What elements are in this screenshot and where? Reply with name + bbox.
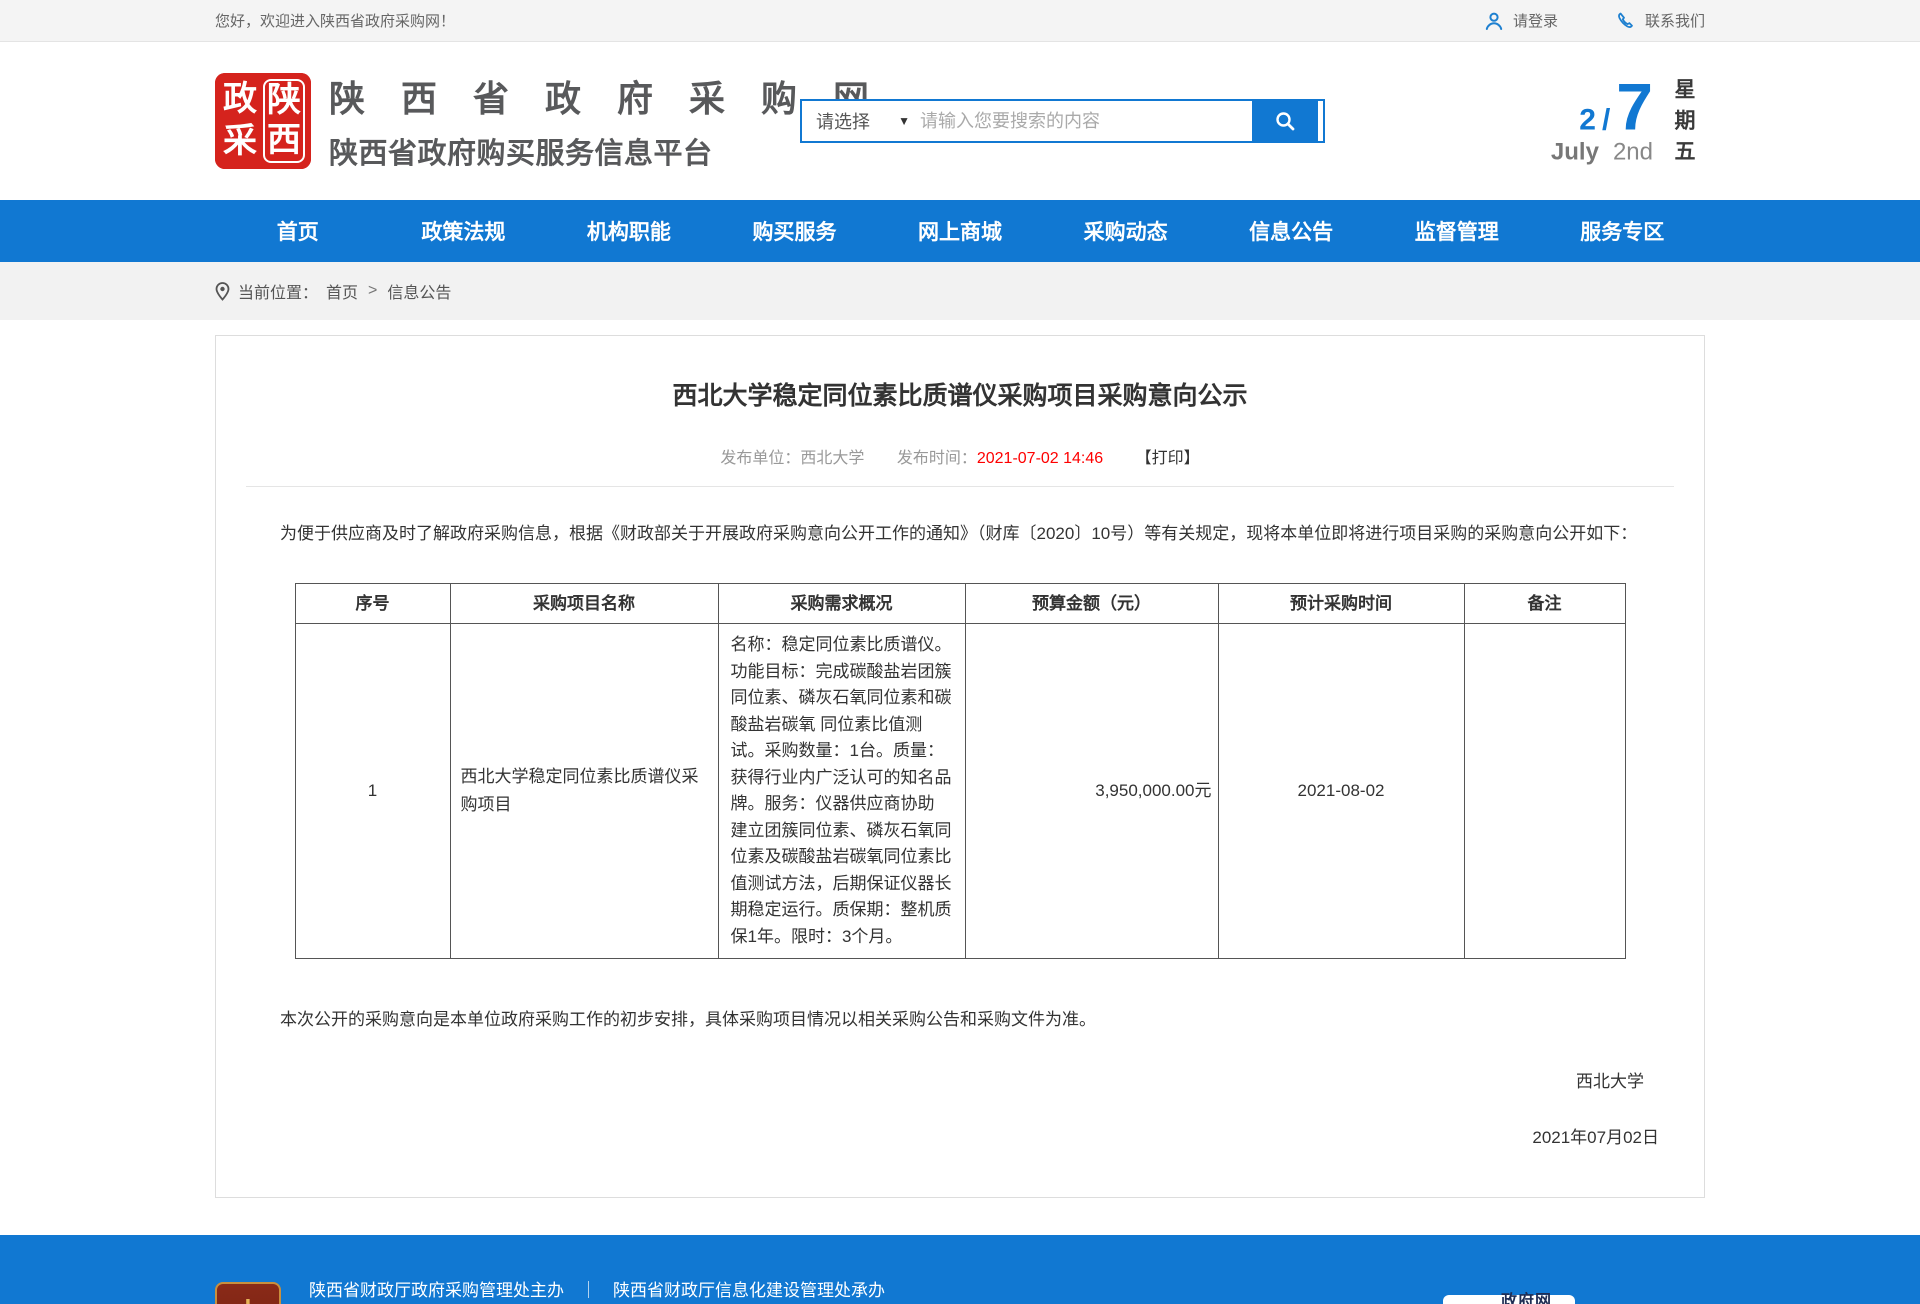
login-label: 请登录 — [1513, 10, 1558, 31]
breadcrumb-label: 当前位置： — [238, 279, 318, 303]
main-content: 西北大学稳定同位素比质谱仪采购项目采购意向公示 发布单位：西北大学 发布时间：2… — [0, 320, 1920, 1198]
publish-time-label: 发布时间： — [897, 450, 977, 467]
print-button[interactable]: 【打印】 — [1136, 450, 1200, 467]
nav-item-policies[interactable]: 政策法规 — [381, 200, 547, 262]
date-weekday: 星期五 — [1673, 75, 1697, 168]
login-link[interactable]: 请登录 — [1484, 10, 1558, 31]
closing-paragraph: 本次公开的采购意向是本单位政府采购工作的初步安排，具体采购项目情况以相关采购公告… — [246, 1001, 1674, 1039]
footer-co-organizer: 陕西省财政厅信息化建设管理处承办 — [613, 1276, 885, 1301]
col-header-remark: 备注 — [1464, 584, 1625, 624]
meta-divider — [246, 486, 1674, 487]
site-logo[interactable]: 政 采 陕 西 陕 西 省 政 府 采 购 网 陕西省政府购买服务信息平台 — [215, 70, 882, 172]
search-button[interactable] — [1252, 101, 1318, 141]
search-bar: 请选择 ▼ — [800, 99, 1325, 143]
error-badge-title: 政府网站 — [1501, 1287, 1567, 1304]
contact-link[interactable]: 联系我们 — [1616, 10, 1705, 31]
breadcrumb-separator: > — [368, 282, 377, 300]
col-header-index: 序号 — [295, 584, 450, 624]
nav-item-purchase-services[interactable]: 购买服务 — [712, 200, 878, 262]
welcome-text: 您好，欢迎进入陕西省政府采购网！ — [215, 10, 455, 31]
col-header-budget: 预算金额（元） — [965, 584, 1218, 624]
breadcrumb-current[interactable]: 信息公告 — [387, 279, 451, 303]
location-pin-icon — [215, 282, 230, 301]
col-header-time: 预计采购时间 — [1218, 584, 1464, 624]
logo-seal-icon: 政 采 陕 西 — [215, 73, 311, 169]
cell-demand: 名称：稳定同位素比质谱仪。功能目标：完成碳酸盐岩团簇同位素、磷灰石氧同位素和碳酸… — [718, 624, 965, 959]
nav-item-service-zone[interactable]: 服务专区 — [1540, 200, 1706, 262]
main-nav: 首页 政策法规 机构职能 购买服务 网上商城 采购动态 信息公告 监督管理 服务… — [0, 200, 1920, 262]
publisher-value: 西北大学 — [800, 450, 864, 467]
nav-item-announcements[interactable]: 信息公告 — [1208, 200, 1374, 262]
nav-item-functions[interactable]: 机构职能 — [546, 200, 712, 262]
nav-item-online-mall[interactable]: 网上商城 — [877, 200, 1043, 262]
signature-org: 西北大学 — [246, 1063, 1674, 1101]
announcement-meta: 发布单位：西北大学 发布时间：2021-07-02 14:46 【打印】 — [246, 444, 1674, 468]
party-gov-badge-icon: 中 党政机关 — [215, 1282, 281, 1304]
date-month-number: 2 — [1579, 104, 1596, 138]
table-header-row: 序号 采购项目名称 采购需求概况 预算金额（元） 预计采购时间 备注 — [295, 584, 1625, 624]
search-icon — [1274, 110, 1296, 132]
signature-date: 2021年07月02日 — [246, 1119, 1674, 1157]
contact-label: 联系我们 — [1645, 10, 1705, 31]
table-row: 1 西北大学稳定同位素比质谱仪采购项目 名称：稳定同位素比质谱仪。功能目标：完成… — [295, 624, 1625, 959]
gov-site-error-report-badge[interactable]: 政府网站 找错 — [1443, 1295, 1575, 1304]
cell-project-name: 西北大学稳定同位素比质谱仪采购项目 — [450, 624, 718, 959]
cell-index: 1 — [295, 624, 450, 959]
intro-paragraph: 为便于供应商及时了解政府采购信息，根据《财政部关于开展政府采购意向公开工作的通知… — [246, 515, 1674, 553]
search-select-label: 请选择 — [816, 108, 870, 134]
breadcrumb-bar: 当前位置： 首页 > 信息公告 — [0, 262, 1920, 320]
date-day-ordinal: 2nd — [1613, 138, 1653, 166]
top-bar: 您好，欢迎进入陕西省政府采购网！ 请登录 联系我们 — [0, 0, 1920, 42]
date-slash: / — [1602, 104, 1610, 138]
footer-separator: ｜ — [580, 1276, 597, 1301]
search-category-select[interactable]: 请选择 ▼ — [802, 108, 920, 134]
publisher-label: 发布单位： — [720, 450, 800, 467]
nav-item-procurement-news[interactable]: 采购动态 — [1043, 200, 1209, 262]
date-widget: 2 / 7 July 2nd 星期五 — [1551, 75, 1697, 168]
publish-time-value: 2021-07-02 14:46 — [977, 450, 1103, 467]
footer-line-organizers: 陕西省财政厅政府采购管理处主办 ｜ 陕西省财政厅信息化建设管理处承办 — [309, 1276, 1076, 1301]
announcement-box: 西北大学稳定同位素比质谱仪采购项目采购意向公示 发布单位：西北大学 发布时间：2… — [215, 335, 1705, 1198]
seal-char: 政 — [223, 81, 257, 118]
nav-item-supervision[interactable]: 监督管理 — [1374, 200, 1540, 262]
chevron-down-icon: ▼ — [898, 114, 910, 128]
cell-budget: 3,950,000.00元 — [965, 624, 1218, 959]
cell-remark — [1464, 624, 1625, 959]
col-header-demand: 采购需求概况 — [718, 584, 965, 624]
seal-char: 西 — [267, 122, 301, 159]
footer-organizer: 陕西省财政厅政府采购管理处主办 — [309, 1276, 564, 1301]
col-header-project-name: 采购项目名称 — [450, 584, 718, 624]
procurement-intent-table: 序号 采购项目名称 采购需求概况 预算金额（元） 预计采购时间 备注 1 西北大… — [295, 583, 1626, 959]
announcement-title: 西北大学稳定同位素比质谱仪采购项目采购意向公示 — [246, 376, 1674, 412]
phone-icon — [1616, 11, 1636, 31]
search-input[interactable] — [920, 101, 1252, 141]
page: 您好，欢迎进入陕西省政府采购网！ 请登录 联系我们 政 采 — [0, 0, 1920, 1304]
seal-char: 采 — [223, 123, 257, 160]
nav-item-home[interactable]: 首页 — [215, 200, 381, 262]
date-month-name: July — [1551, 138, 1599, 166]
site-header: 政 采 陕 西 陕 西 省 政 府 采 购 网 陕西省政府购买服务信息平台 请选… — [0, 42, 1920, 200]
seal-char: 陕 — [267, 82, 301, 119]
site-footer: 中 党政机关 陕西省财政厅政府采购管理处主办 ｜ 陕西省财政厅信息化建设管理处承… — [0, 1235, 1920, 1304]
cell-time: 2021-08-02 — [1218, 624, 1464, 959]
user-icon — [1484, 11, 1504, 31]
date-day-number: 7 — [1616, 76, 1653, 139]
breadcrumb-home-link[interactable]: 首页 — [326, 279, 358, 303]
